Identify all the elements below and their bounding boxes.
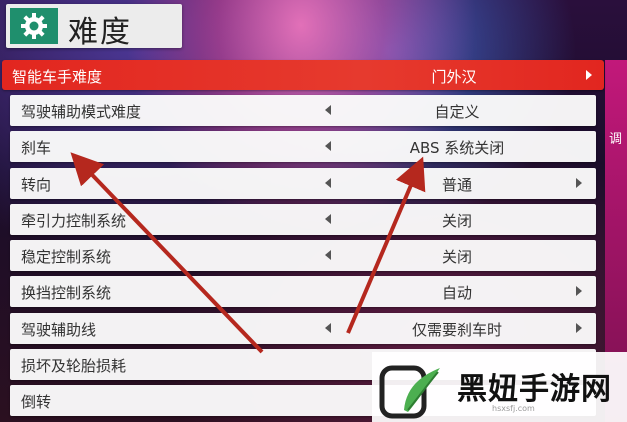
- setting-value: ABS 系统关闭: [409, 139, 505, 157]
- setting-value: 关闭: [441, 248, 472, 266]
- setting-label: 转向: [21, 176, 52, 194]
- setting-value: 关闭: [441, 212, 472, 230]
- setting-label: 牵引力控制系统: [21, 212, 127, 230]
- setting-label: 换挡控制系统: [21, 284, 112, 302]
- setting-label: 驾驶辅助线: [21, 321, 97, 339]
- setting-value: 仅需要刹车时: [411, 321, 502, 339]
- arrow-left-icon[interactable]: [325, 178, 331, 188]
- side-panel-text: 调: [609, 132, 623, 147]
- setting-label: 驾驶辅助模式难度: [21, 103, 142, 121]
- watermark-text: 黑妞手游网: [457, 372, 612, 407]
- setting-row[interactable]: 智能车手难度 门外汉: [2, 60, 604, 90]
- setting-row[interactable]: 驾驶辅助线 仅需要刹车时: [10, 313, 596, 344]
- setting-value: 自定义: [434, 103, 480, 121]
- page-header: 难度: [6, 4, 182, 50]
- arrow-left-icon[interactable]: [325, 323, 331, 333]
- setting-label: 智能车手难度: [12, 68, 103, 86]
- watermark-url: hsxsfj.com: [492, 404, 535, 413]
- arrow-left-icon[interactable]: [325, 105, 331, 115]
- setting-row[interactable]: 刹车 ABS 系统关闭: [10, 131, 596, 162]
- setting-row[interactable]: 稳定控制系统 关闭: [10, 240, 596, 271]
- gear-icon: [10, 8, 58, 44]
- arrow-right-icon[interactable]: [576, 178, 582, 188]
- setting-label: 损坏及轮胎损耗: [21, 357, 127, 375]
- watermark: 黑妞手游网 hsxsfj.com: [372, 352, 627, 422]
- setting-row[interactable]: 换挡控制系统 自动: [10, 276, 596, 307]
- setting-label: 倒转: [21, 393, 52, 411]
- arrow-left-icon[interactable]: [325, 141, 331, 151]
- setting-row[interactable]: 驾驶辅助模式难度 自定义: [10, 95, 596, 126]
- arrow-right-icon[interactable]: [576, 323, 582, 333]
- arrow-right-icon[interactable]: [576, 286, 582, 296]
- page-title: 难度: [68, 15, 132, 50]
- watermark-logo-icon: [379, 365, 440, 419]
- arrow-left-icon[interactable]: [325, 214, 331, 224]
- arrow-left-icon[interactable]: [325, 250, 331, 260]
- setting-value: 门外汉: [431, 68, 477, 86]
- setting-row[interactable]: 转向 普通: [10, 168, 596, 199]
- setting-label: 稳定控制系统: [21, 248, 112, 266]
- setting-value: 自动: [441, 284, 472, 302]
- setting-row[interactable]: 牵引力控制系统 关闭: [10, 204, 596, 235]
- setting-label: 刹车: [21, 139, 52, 157]
- setting-value: 普通: [441, 176, 472, 194]
- arrow-right-icon[interactable]: [586, 70, 592, 80]
